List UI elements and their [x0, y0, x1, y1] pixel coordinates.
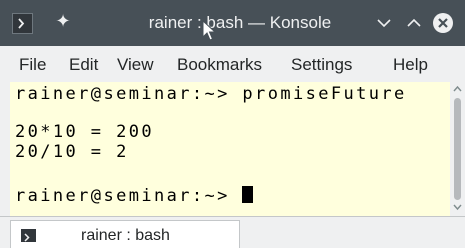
vertical-scrollbar[interactable]	[450, 82, 465, 216]
menu-edit[interactable]: Edit	[69, 54, 98, 76]
menu-bar: File Edit View Bookmarks Settings Help	[0, 46, 465, 82]
tab-bar: rainer : bash	[0, 216, 465, 248]
text-cursor	[242, 186, 254, 203]
chevron-down-icon	[377, 19, 391, 28]
menu-help[interactable]: Help	[393, 54, 428, 76]
menu-file[interactable]: File	[19, 54, 46, 76]
close-icon	[433, 13, 453, 33]
pin-icon[interactable]: ✦	[52, 10, 74, 34]
close-button[interactable]	[431, 11, 455, 35]
terminal-prompt: rainer@seminar:~>	[15, 186, 243, 206]
terminal-line: rainer@seminar:~> promiseFuture	[15, 84, 407, 104]
chevron-up-icon	[407, 18, 421, 27]
menu-settings[interactable]: Settings	[291, 54, 352, 76]
mouse-cursor-icon	[202, 20, 216, 41]
terminal-line: 20/10 = 2	[15, 142, 129, 162]
terminal-prompt-line: rainer@seminar:~>	[15, 186, 254, 206]
scroll-down-arrow-icon[interactable]	[452, 202, 463, 212]
terminal-line: 20*10 = 200	[15, 122, 154, 142]
scrollbar-thumb[interactable]	[454, 98, 461, 200]
menu-bookmarks[interactable]: Bookmarks	[177, 54, 262, 76]
minimize-button[interactable]	[372, 11, 396, 35]
tab-label: rainer : bash	[81, 227, 170, 244]
terminal-output[interactable]: rainer@seminar:~> promiseFuture 20*10 = …	[10, 82, 450, 216]
terminal-icon	[21, 229, 36, 242]
window-titlebar[interactable]: ✦ rainer : bash — Konsole	[0, 0, 465, 46]
window-title: rainer : bash — Konsole	[148, 13, 332, 32]
menu-view[interactable]: View	[117, 54, 154, 76]
terminal-app-icon[interactable]	[12, 13, 33, 34]
maximize-button[interactable]	[402, 11, 426, 35]
scroll-up-arrow-icon[interactable]	[452, 84, 463, 94]
tab-rainer-bash[interactable]: rainer : bash	[10, 220, 240, 248]
